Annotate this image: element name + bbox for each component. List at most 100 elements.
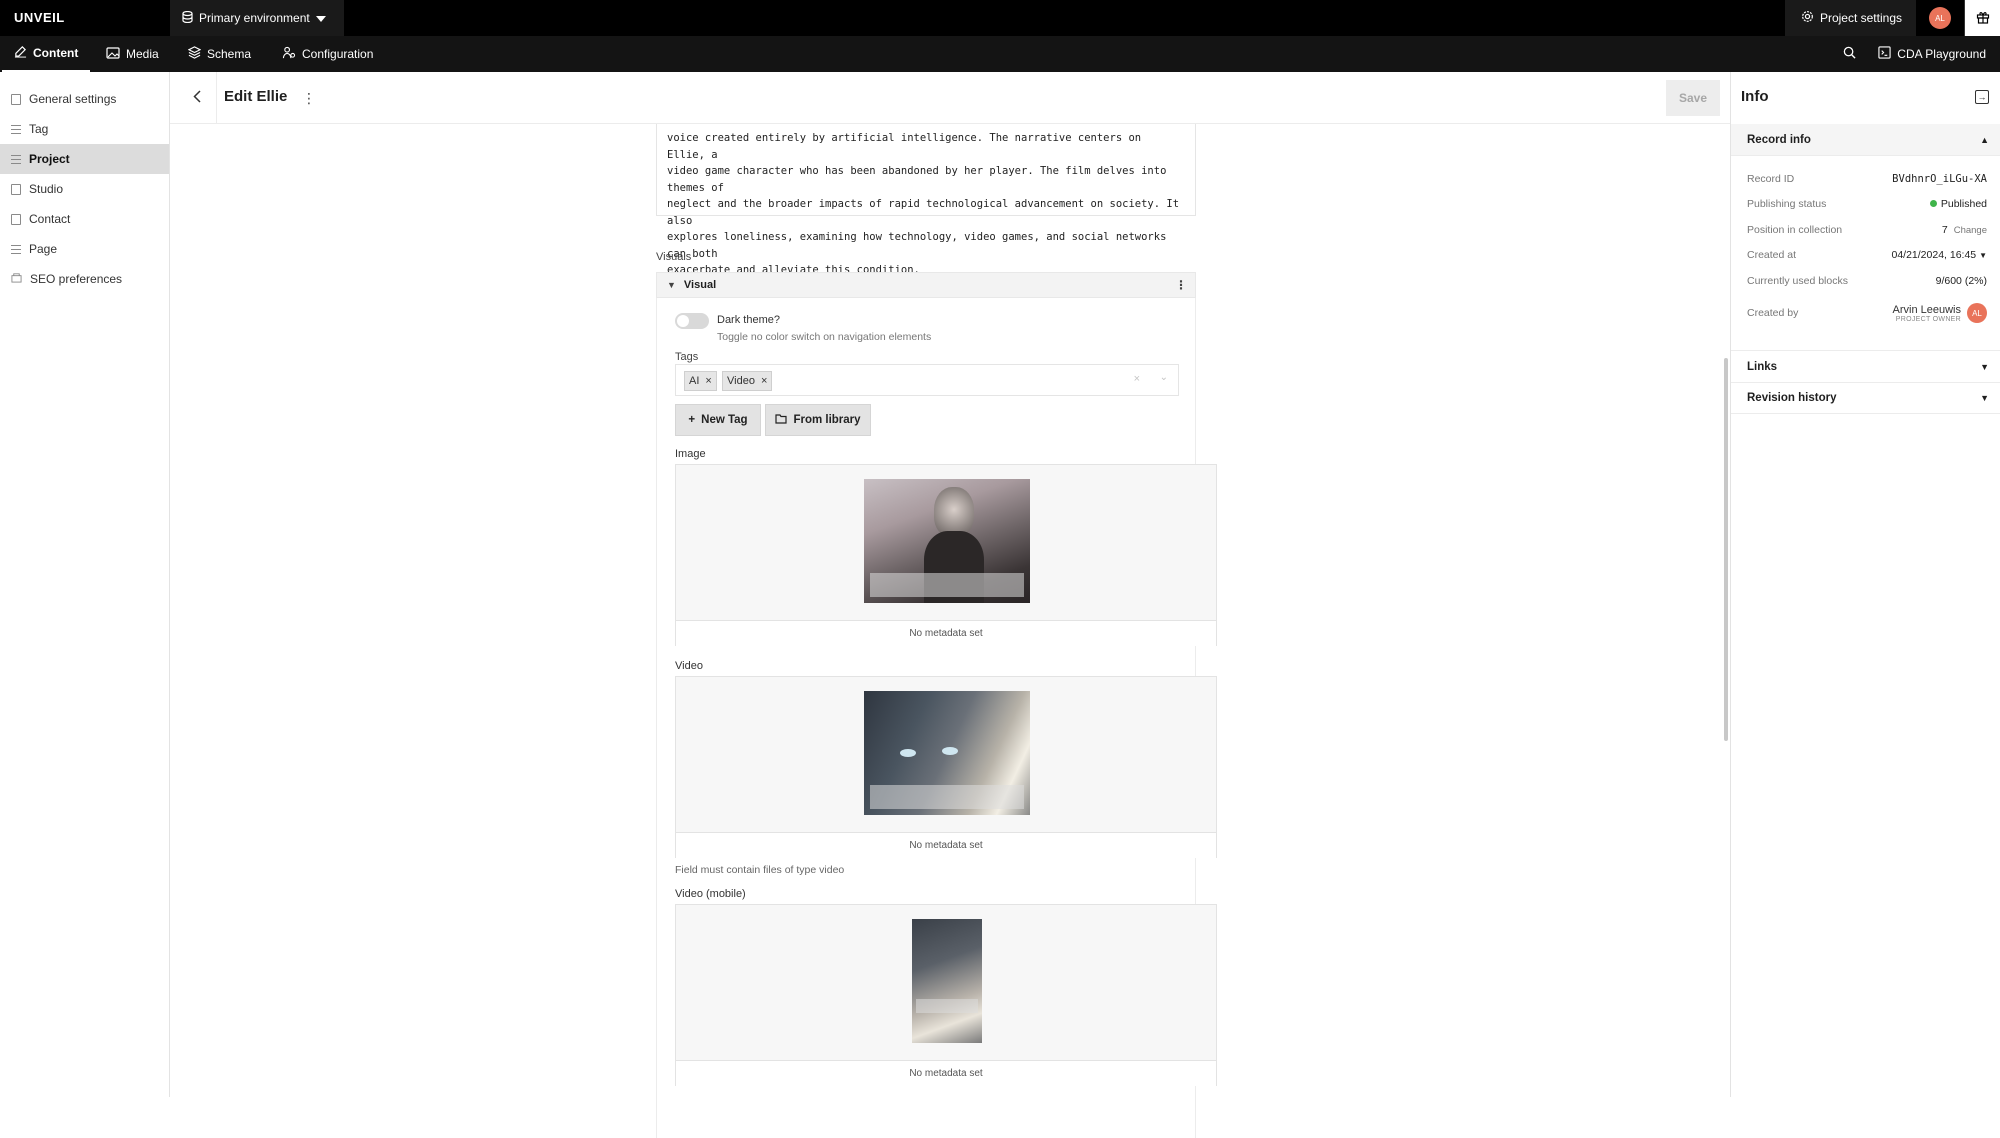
collapse-panel-icon[interactable]: →: [1975, 90, 1989, 104]
tab-schema[interactable]: Schema: [187, 36, 252, 72]
tab-content[interactable]: Content: [2, 36, 90, 72]
gift-button[interactable]: [1964, 0, 2000, 36]
figure-shape: [900, 749, 916, 757]
sidebar-item-label: Studio: [29, 182, 64, 196]
tab-configuration-label: Configuration: [302, 47, 374, 61]
environment-switcher[interactable]: Primary environment: [170, 0, 344, 36]
blocks-key: Currently used blocks: [1747, 275, 1848, 287]
image-icon: [106, 46, 120, 62]
description-field[interactable]: voice created entirely by artificial int…: [656, 124, 1196, 276]
sidebar-item-seo-preferences[interactable]: SEO preferences: [0, 264, 169, 294]
info-panel-header: Info →: [1731, 72, 2000, 124]
avatar: AL: [1967, 303, 1987, 323]
video-mobile-asset[interactable]: No metadata set: [675, 904, 1217, 1086]
links-header[interactable]: Links ▼: [1731, 350, 2000, 382]
video-asset[interactable]: No metadata set: [675, 676, 1217, 858]
tag-chip[interactable]: AI ×: [684, 371, 717, 391]
tab-media-label: Media: [126, 47, 159, 61]
dark-theme-hint: Toggle no color switch on navigation ele…: [717, 331, 932, 343]
cda-playground-link[interactable]: CDA Playground: [1878, 46, 1986, 62]
document-icon: [11, 183, 21, 195]
config-icon: [282, 46, 296, 62]
project-settings-label: Project settings: [1819, 11, 1902, 25]
sidebar-item-label: Contact: [29, 212, 71, 226]
tags-input[interactable]: AI × Video × × ⌄: [675, 364, 1179, 396]
caret-up-icon: ▲: [1980, 134, 1989, 145]
back-button[interactable]: [186, 88, 208, 110]
change-position-link[interactable]: Change: [1954, 225, 1987, 236]
sidebar-item-general-settings[interactable]: General settings: [0, 84, 169, 114]
created-by-role: PROJECT OWNER: [1895, 315, 1961, 323]
tab-media[interactable]: Media: [106, 36, 159, 72]
position-value: 7: [1941, 224, 1948, 236]
caret-down-icon: ▼: [1979, 251, 1987, 260]
sidebar-item-contact[interactable]: Contact: [0, 204, 169, 234]
new-tag-button[interactable]: + New Tag: [675, 404, 761, 436]
clear-icon[interactable]: ×: [1134, 373, 1140, 385]
record-info-header[interactable]: Record info ▲: [1731, 124, 2000, 156]
chevron-down-icon[interactable]: ⌄: [1160, 372, 1168, 383]
sidebar-item-studio[interactable]: Studio: [0, 174, 169, 204]
record-id-value[interactable]: BVdhnrO_iLGu-XA: [1892, 173, 1987, 185]
project-settings-button[interactable]: Project settings: [1784, 0, 1916, 36]
visual-block-title: Visual: [683, 279, 717, 291]
sidebar-item-page[interactable]: Page: [0, 234, 169, 264]
dark-theme-toggle[interactable]: [675, 313, 709, 329]
scrollbar[interactable]: [1724, 358, 1728, 741]
edit-icon: [14, 45, 27, 61]
list-icon: [11, 244, 21, 255]
sidebar-item-tag[interactable]: Tag: [0, 114, 169, 144]
sidebar-item-label: Page: [29, 242, 58, 256]
editor-main: Edit Ellie ⋮ Save voice created entirely…: [170, 72, 1730, 1138]
tab-schema-label: Schema: [207, 47, 252, 61]
record-id-key: Record ID: [1747, 173, 1795, 185]
dark-theme-label: Dark theme?: [717, 314, 780, 326]
tag-chip-label: Video: [727, 375, 755, 387]
main-navigation: Content Media Schema Configuration CDA P…: [0, 36, 2000, 72]
list-icon: [11, 124, 21, 135]
blocks-value: 9/600 (2%): [1935, 275, 1987, 287]
save-button[interactable]: Save: [1666, 80, 1720, 116]
search-icon[interactable]: [1843, 46, 1856, 62]
status-key: Publishing status: [1747, 198, 1827, 210]
created-at-key: Created at: [1747, 249, 1797, 261]
sidebar-item-project[interactable]: Project: [0, 144, 169, 174]
image-asset[interactable]: No metadata set: [675, 464, 1217, 646]
video-meta: No metadata set: [676, 832, 1216, 858]
created-by-key: Created by: [1747, 307, 1799, 319]
user-menu[interactable]: AL: [1916, 0, 1964, 36]
status-value: Published: [1940, 198, 1987, 210]
close-icon[interactable]: ×: [705, 375, 711, 387]
from-library-button[interactable]: From library: [765, 404, 871, 436]
created-at-value: 04/21/2024, 16:45: [1891, 249, 1977, 261]
editor-header: Edit Ellie ⋮ Save: [170, 72, 1730, 124]
image-meta: No metadata set: [676, 620, 1216, 646]
revision-history-header[interactable]: Revision history ▼: [1731, 382, 2000, 414]
list-icon: [11, 154, 21, 165]
more-options-icon[interactable]: ⋮: [302, 90, 316, 107]
page-title: Edit Ellie: [224, 88, 288, 105]
top-bar: UNVEIL Primary environment Project setti…: [0, 0, 2000, 36]
new-tag-label: New Tag: [701, 414, 748, 426]
tab-configuration[interactable]: Configuration: [282, 36, 373, 72]
layers-icon: [187, 46, 202, 62]
caret-down-icon: ▼: [1980, 361, 1989, 372]
more-options-icon[interactable]: ⋮: [1175, 278, 1187, 292]
gift-icon: [1976, 10, 1990, 27]
image-thumbnail[interactable]: [864, 479, 1030, 603]
record-info-title: Record info: [1747, 133, 1811, 146]
status-badge: Published: [1929, 198, 1987, 210]
visuals-label: Visuals: [656, 251, 692, 263]
visual-block-header[interactable]: ▼ Visual ⋮: [656, 272, 1196, 298]
video-mobile-thumbnail[interactable]: [912, 919, 982, 1043]
document-icon: [11, 213, 21, 225]
tag-chip[interactable]: Video ×: [722, 371, 773, 391]
created-at-dropdown[interactable]: 04/21/2024, 16:45 ▼: [1891, 249, 1987, 261]
close-icon[interactable]: ×: [761, 375, 767, 387]
brand-logo[interactable]: UNVEIL: [14, 10, 65, 25]
figure-shape: [942, 747, 958, 755]
video-thumbnail[interactable]: [864, 691, 1030, 815]
revision-history-title: Revision history: [1747, 392, 1837, 404]
database-icon: [182, 10, 193, 26]
record-id-row: Record ID BVdhnrO_iLGu-XA: [1747, 169, 1987, 189]
